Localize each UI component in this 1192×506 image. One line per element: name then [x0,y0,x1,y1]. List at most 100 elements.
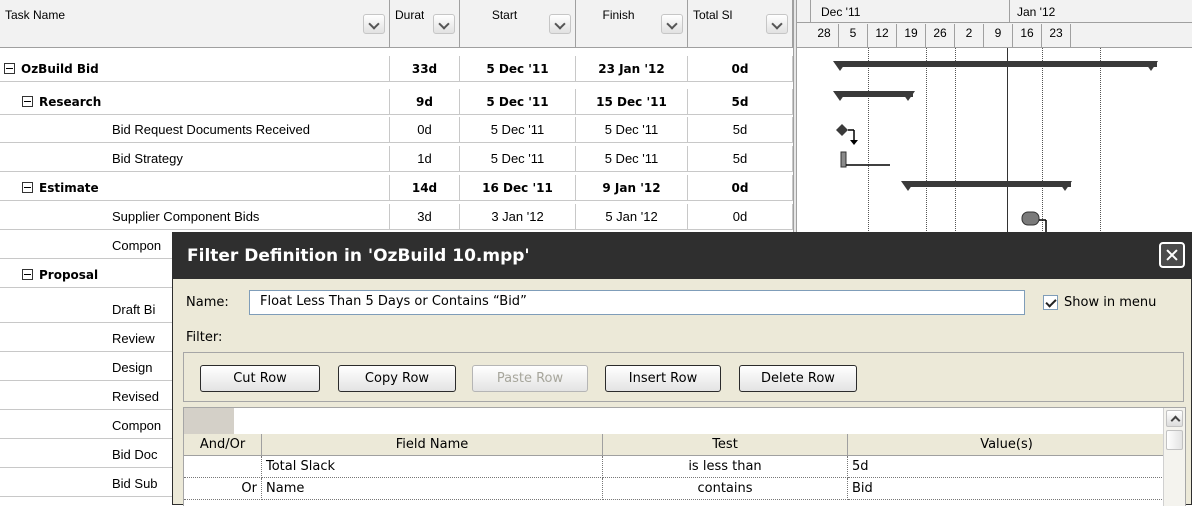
table-row[interactable]: OzBuild Bid 33d 5 Dec '11 23 Jan '12 0d [0,56,793,82]
chevron-down-icon[interactable] [661,14,683,34]
finish-cell[interactable]: 5 Dec '11 [576,117,688,143]
task-name-cell[interactable]: OzBuild Bid [0,56,390,82]
task-name-cell[interactable]: Supplier Component Bids [0,204,390,230]
slack-cell[interactable]: 5d [688,89,793,115]
table-row[interactable]: Bid Strategy 1d 5 Dec '11 5 Dec '11 5d [0,146,793,172]
chevron-down-icon[interactable] [433,14,455,34]
gantt-summary-bar-estimate[interactable] [901,181,1072,191]
show-in-menu-label[interactable]: Show in menu [1064,295,1156,310]
timescale-day: 23 [1042,24,1071,48]
finish-cell[interactable]: 9 Jan '12 [576,175,688,201]
grid-header-values: Value(s) [848,434,1166,456]
task-name: OzBuild Bid [21,62,99,76]
gantt-bars [833,61,1158,232]
grid-cell-and-or[interactable] [184,456,262,478]
scroll-up-icon[interactable] [1166,410,1183,427]
filter-name-input[interactable]: Float Less Than 5 Days or Contains “Bid” [249,290,1025,315]
duration-cell[interactable]: 33d [390,56,460,82]
slack-cell[interactable]: 0d [688,204,793,230]
timescale: Dec '11 Jan '12 28 5 12 19 26 2 9 16 23 [797,0,1192,48]
milestone-diamond[interactable] [836,124,848,136]
dialog-title: Filter Definition in 'OzBuild 10.mpp' [187,246,530,266]
duration-cell[interactable]: 1d [390,146,460,172]
start-cell[interactable]: 5 Dec '11 [460,146,576,172]
duration-cell[interactable]: 14d [390,175,460,201]
task-bar-bid-strategy[interactable] [840,151,847,168]
column-header-task-name[interactable]: Task Name [0,0,390,48]
finish-cell[interactable]: 23 Jan '12 [576,56,688,82]
start-cell[interactable]: 16 Dec '11 [460,175,576,201]
column-header-total-slack[interactable]: Total Sl [688,0,793,48]
filter-definition-dialog: Filter Definition in 'OzBuild 10.mpp' Na… [172,232,1192,506]
filter-toolbar: Cut Row Copy Row Paste Row Insert Row De… [183,352,1184,402]
task-name-cell[interactable]: Bid Strategy [0,146,390,172]
grid-cell-and-or[interactable]: Or [184,478,262,500]
task-name-cell[interactable]: Estimate [0,175,390,201]
task-name: Research [39,95,102,109]
column-header-label: Durat [395,8,425,22]
close-icon[interactable] [1159,242,1185,268]
start-cell[interactable]: 5 Dec '11 [460,117,576,143]
collapse-icon[interactable] [4,63,15,74]
chevron-down-icon[interactable] [549,14,571,34]
chevron-down-icon[interactable] [363,14,385,34]
slack-cell[interactable]: 5d [688,146,793,172]
finish-cell[interactable]: 5 Dec '11 [576,146,688,172]
chevron-down-icon[interactable] [766,14,788,34]
table-row[interactable]: Estimate 14d 16 Dec '11 9 Jan '12 0d [0,175,793,201]
task-bar-supplier-bids[interactable] [1021,211,1047,232]
column-header-label: Total Sl [693,8,733,22]
duration-cell[interactable]: 9d [390,89,460,115]
table-row[interactable]: Bid Request Documents Received 0d 5 Dec … [0,117,793,143]
duration-cell[interactable]: 3d [390,204,460,230]
filter-criteria-grid: And/Or Field Name Test Value(s) Total Sl… [183,407,1186,506]
task-name-cell[interactable]: Research [0,89,390,115]
copy-row-button[interactable]: Copy Row [338,365,456,392]
cut-row-button[interactable]: Cut Row [200,365,320,392]
insert-row-button[interactable]: Insert Row [605,365,721,392]
task-name-cell[interactable]: Bid Request Documents Received [0,117,390,143]
finish-cell[interactable]: 15 Dec '11 [576,89,688,115]
show-in-menu-checkbox[interactable] [1043,295,1058,310]
grid-cell-field-name[interactable]: Name [262,478,603,500]
gantt-summary-bar-ozbuild[interactable] [833,61,1158,71]
filter-label: Filter: [186,330,223,345]
dialog-titlebar[interactable]: Filter Definition in 'OzBuild 10.mpp' [173,233,1191,279]
column-header-label: Task Name [5,8,66,22]
gantt-summary-bar-research[interactable] [833,91,915,101]
grid-cell-test[interactable]: contains [603,478,848,500]
timescale-day: 2 [955,24,984,48]
grid-cell-field-name[interactable]: Total Slack [262,456,603,478]
grid-cell-value[interactable]: Bid [848,478,1166,500]
finish-cell[interactable]: 5 Jan '12 [576,204,688,230]
timescale-month: Jan '12 [1017,5,1056,19]
collapse-icon[interactable] [22,182,33,193]
grid-scrollbar[interactable] [1163,408,1185,506]
column-header-label: Finish [602,8,635,22]
grid-cell-test[interactable]: is less than [603,456,848,478]
grid-cell-value[interactable]: 5d [848,456,1166,478]
collapse-icon[interactable] [22,269,33,280]
slack-cell[interactable]: 5d [688,117,793,143]
grid-header-field-name: Field Name [262,434,603,456]
start-cell[interactable]: 5 Dec '11 [460,89,576,115]
timescale-day: 26 [926,24,955,48]
start-cell[interactable]: 3 Jan '12 [460,204,576,230]
collapse-icon[interactable] [22,96,33,107]
column-header-duration[interactable]: Durat [390,0,460,48]
duration-cell[interactable]: 0d [390,117,460,143]
column-header-finish[interactable]: Finish [576,0,688,48]
month-divider [810,0,811,22]
start-cell[interactable]: 5 Dec '11 [460,56,576,82]
scroll-thumb[interactable] [1166,430,1183,450]
slack-cell[interactable]: 0d [688,175,793,201]
slack-cell[interactable]: 0d [688,56,793,82]
timescale-day: 28 [810,24,839,48]
column-header-start[interactable]: Start [460,0,576,48]
timescale-day: 9 [984,24,1013,48]
timescale-day: 19 [897,24,926,48]
table-row[interactable]: Research 9d 5 Dec '11 15 Dec '11 5d [0,89,793,115]
table-row[interactable]: Supplier Component Bids 3d 3 Jan '12 5 J… [0,204,793,230]
task-name: Proposal [39,268,99,282]
delete-row-button[interactable]: Delete Row [739,365,857,392]
